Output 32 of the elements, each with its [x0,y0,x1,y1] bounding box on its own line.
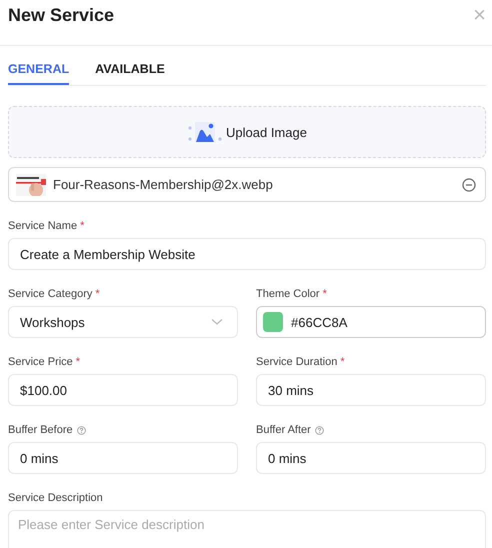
required-mark: * [95,288,100,300]
field-label: Service Name [8,220,78,232]
select-field[interactable]: Workshops [8,306,238,338]
tab[interactable]: GENERAL [8,60,70,85]
field-label: Buffer After [256,424,311,436]
required-mark: * [340,356,345,368]
input-field[interactable]: 0 mins [8,442,238,474]
image-icon [187,121,224,143]
input-field[interactable]: $100.00 [8,374,238,406]
upload-label: Upload Image [226,124,307,140]
required-mark: * [80,220,84,232]
field-label: Theme Color [256,288,320,300]
field-label: Service Price [8,356,73,368]
help-icon[interactable] [314,426,324,434]
file-name: Four-Reasons-Membership@2x.webp [53,177,274,192]
color-field[interactable]: #66CC8A [256,306,486,338]
required-mark: * [76,356,80,368]
field-label: Service Description [8,492,103,504]
tab[interactable]: AVAILABLE [95,60,165,85]
field-label: Service Duration [256,356,338,368]
field-label: Service Category [8,288,92,300]
required-mark: * [322,288,327,300]
upload-dropzone[interactable]: Upload Image [8,106,486,158]
input-field[interactable]: Create a Membership Website [8,238,486,270]
remove-icon[interactable] [462,178,476,192]
help-icon[interactable] [76,426,86,434]
chevron-down-icon [211,318,223,326]
input-field[interactable]: 0 mins [256,442,486,474]
input-field[interactable]: 30 mins [256,374,486,406]
dialog-title: New Service [8,5,114,26]
description-field[interactable]: Please enter Service description [8,510,486,548]
field-label: Buffer Before [8,424,73,436]
